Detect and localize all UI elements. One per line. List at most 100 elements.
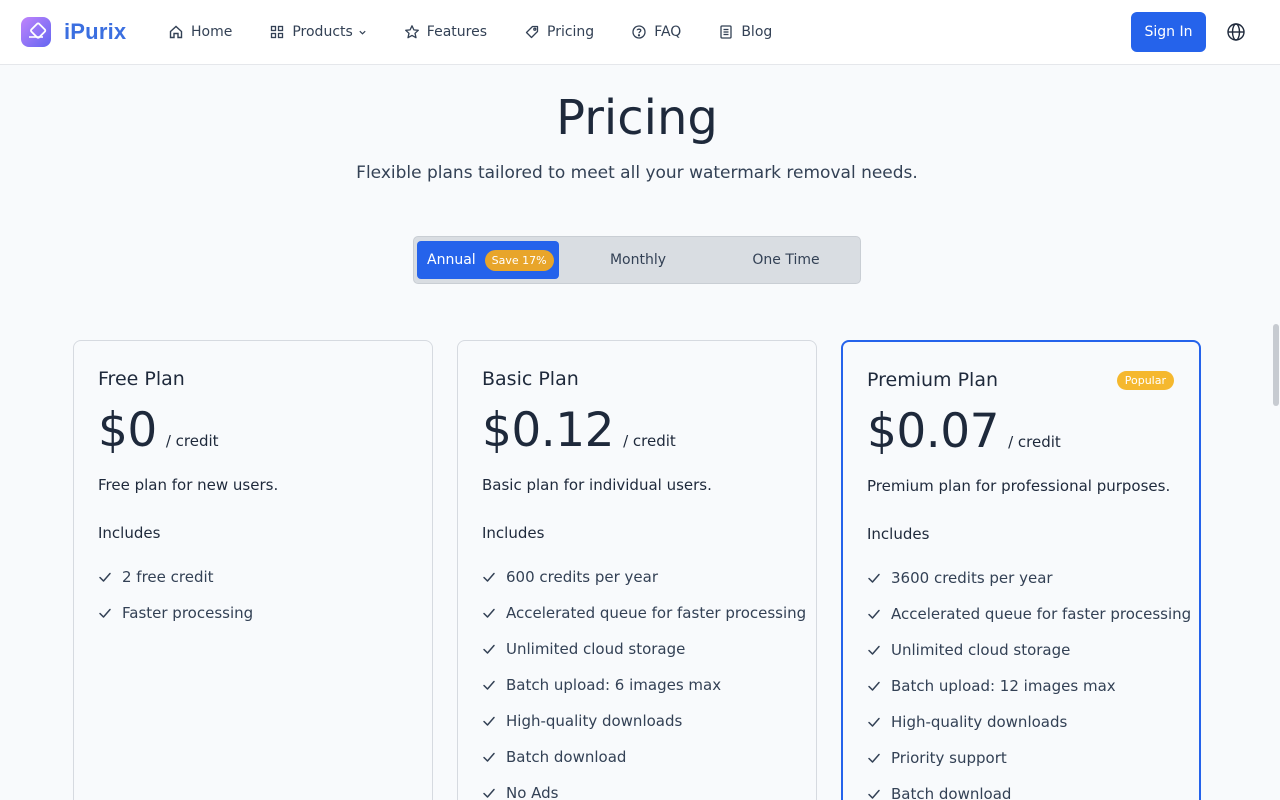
check-icon: [868, 681, 880, 691]
check-icon: [483, 788, 495, 798]
feature-label: Accelerated queue for faster processing: [506, 604, 807, 622]
tag-icon: [525, 25, 539, 39]
plan-card-free: Free Plan $0 / credit Free plan for new …: [73, 340, 433, 800]
feature-item: Unlimited cloud storage: [482, 631, 806, 667]
nav-features-label: Features: [426, 24, 487, 40]
page-subtitle: Flexible plans tailored to meet all your…: [356, 163, 918, 183]
check-icon: [99, 608, 111, 618]
check-icon: [868, 645, 880, 655]
feature-label: Batch download: [506, 748, 627, 766]
feature-label: Batch upload: 6 images max: [506, 676, 722, 694]
check-icon: [99, 572, 111, 582]
feature-item: High-quality downloads: [867, 704, 1191, 740]
feature-item: Unlimited cloud storage: [867, 632, 1191, 668]
check-icon: [483, 680, 495, 690]
includes-heading: Includes: [482, 524, 545, 542]
feature-list: 600 credits per year Accelerated queue f…: [482, 559, 806, 800]
feature-item: No Ads: [482, 775, 806, 800]
feature-label: High-quality downloads: [506, 712, 683, 730]
plan-card-premium: Premium Plan Popular $0.07 / credit Prem…: [841, 340, 1201, 800]
price-row: $0 / credit: [98, 403, 219, 458]
feature-label: 600 credits per year: [506, 568, 659, 586]
feature-label: Unlimited cloud storage: [506, 640, 686, 658]
toggle-one-time-label: One Time: [752, 252, 820, 268]
feature-list: 3600 credits per year Accelerated queue …: [867, 560, 1191, 800]
help-circle-icon: [632, 25, 646, 39]
save-badge: Save 17%: [484, 249, 554, 271]
globe-icon[interactable]: [1226, 22, 1246, 42]
check-icon: [483, 608, 495, 618]
check-icon: [868, 573, 880, 583]
feature-list: 2 free credit Faster processing: [98, 559, 253, 631]
brand-name: iPurix: [64, 19, 127, 44]
price-unit: / credit: [165, 432, 219, 450]
check-icon: [868, 717, 880, 727]
price-unit: / credit: [623, 432, 676, 450]
popular-badge: Popular: [1116, 371, 1174, 390]
nav-blog-label: Blog: [741, 24, 773, 40]
plan-description: Free plan for new users.: [98, 476, 279, 494]
chevron-down-icon: [359, 30, 366, 35]
price-row: $0.07 / credit: [867, 404, 1061, 459]
nav-home[interactable]: Home: [168, 24, 232, 40]
scrollbar-thumb[interactable]: [1273, 324, 1279, 406]
feature-label: Priority support: [891, 749, 1007, 767]
feature-item: 2 free credit: [98, 559, 253, 595]
nav-blog[interactable]: Blog: [718, 24, 772, 40]
nav-pricing[interactable]: Pricing: [524, 24, 594, 40]
feature-label: High-quality downloads: [891, 713, 1068, 731]
toggle-annual-label: Annual: [427, 252, 476, 268]
nav-faq-label: FAQ: [654, 24, 682, 40]
sign-in-button[interactable]: Sign In: [1131, 12, 1206, 52]
nav-products[interactable]: Products: [269, 24, 366, 40]
feature-item: Batch download: [482, 739, 806, 775]
feature-item: Accelerated queue for faster processing: [867, 596, 1191, 632]
nav-products-label: Products: [292, 24, 353, 40]
nav-features[interactable]: Features: [404, 24, 487, 40]
toggle-annual[interactable]: Annual Save 17%: [417, 241, 559, 279]
feature-item: Faster processing: [98, 595, 253, 631]
check-icon: [868, 789, 880, 799]
nav-home-label: Home: [191, 24, 233, 40]
feature-item: Accelerated queue for faster processing: [482, 595, 806, 631]
feature-item: Batch download: [867, 776, 1191, 800]
plan-name: Premium Plan: [867, 369, 999, 391]
nav-pricing-label: Pricing: [547, 24, 595, 40]
feature-label: 2 free credit: [122, 568, 214, 586]
top-navbar: iPurix Home Products Features Pricing FA…: [0, 0, 1280, 65]
nav-faq[interactable]: FAQ: [631, 24, 681, 40]
plan-price: $0: [98, 403, 157, 458]
check-icon: [483, 716, 495, 726]
star-icon: [404, 25, 419, 39]
billing-toggle: Annual Save 17% Monthly One Time: [413, 236, 861, 284]
plan-price: $0.07: [867, 404, 1000, 459]
logo-icon: [21, 17, 51, 47]
includes-heading: Includes: [98, 524, 161, 542]
brand-logo[interactable]: iPurix: [21, 17, 126, 47]
feature-label: 3600 credits per year: [891, 569, 1053, 587]
plan-card-basic: Basic Plan $0.12 / credit Basic plan for…: [457, 340, 817, 800]
feature-item: High-quality downloads: [482, 703, 806, 739]
toggle-one-time[interactable]: One Time: [712, 241, 860, 279]
toggle-monthly[interactable]: Monthly: [565, 241, 711, 279]
feature-label: Faster processing: [122, 604, 254, 622]
check-icon: [483, 644, 495, 654]
feature-item: 3600 credits per year: [867, 560, 1191, 596]
plan-description: Basic plan for individual users.: [482, 476, 712, 494]
grid-icon: [271, 25, 284, 39]
feature-label: Accelerated queue for faster processing: [891, 605, 1192, 623]
main-nav: Home Products Features Pricing FAQ Blog: [168, 0, 809, 64]
check-icon: [483, 572, 495, 582]
feature-item: 600 credits per year: [482, 559, 806, 595]
page-title: Pricing: [556, 90, 718, 146]
feature-label: Batch upload: 12 images max: [891, 677, 1116, 695]
toggle-monthly-label: Monthly: [609, 252, 667, 268]
feature-item: Batch upload: 12 images max: [867, 668, 1191, 704]
plan-name: Free Plan: [98, 368, 185, 390]
plan-name: Basic Plan: [482, 368, 579, 390]
check-icon: [868, 753, 880, 763]
feature-label: Batch download: [891, 785, 1012, 800]
feature-item: Batch upload: 6 images max: [482, 667, 806, 703]
feature-item: Priority support: [867, 740, 1191, 776]
home-icon: [169, 25, 183, 39]
